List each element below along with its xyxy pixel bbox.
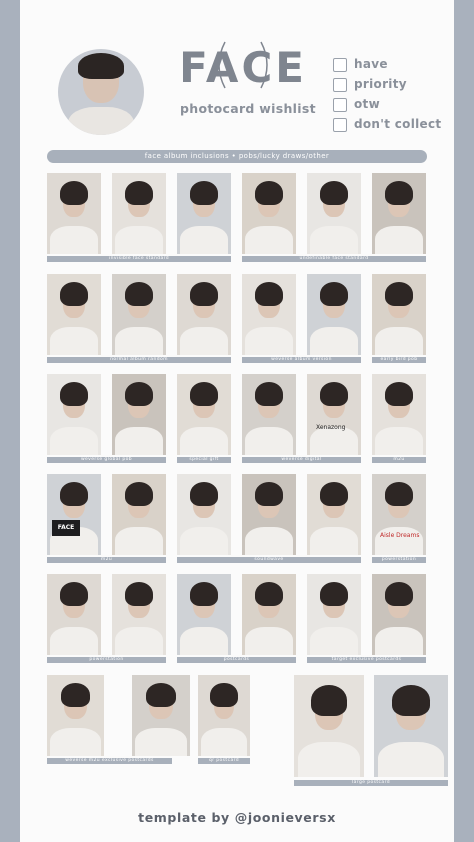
section-label: powerstation [47,657,166,663]
photocard[interactable] [47,374,101,455]
legend-label: don't collect [354,117,442,131]
section-label: m2u [47,557,166,563]
photocard[interactable] [177,274,231,355]
section-label: invisible face standard [47,256,231,262]
photocard[interactable] [242,374,296,455]
section-label-text: weverse global pob [80,457,133,462]
photocard[interactable] [112,574,166,655]
card-text: Aisle Dreams [380,532,420,539]
section-label: weverse global pob [47,457,166,463]
section-label: early bird pob [372,357,426,363]
card-text: Xenazong [316,424,346,431]
photocard[interactable] [307,173,361,254]
photocard[interactable] [242,173,296,254]
section-label-text: special gift [189,457,219,462]
section-label-text: weverse album version [271,357,332,362]
legend-label: priority [354,77,407,91]
section-label: target exclusive postcards [307,657,426,663]
section-label-text: undefinable face standard [299,256,369,261]
section-label-text: powerstation [381,557,417,562]
legend-label: otw [354,97,380,111]
photocard[interactable] [307,274,361,355]
section-label: powerstation [372,557,426,563]
legend-label: have [354,57,388,71]
section-label-text: target exclusive postcards [331,657,402,662]
photocard[interactable] [372,173,426,254]
section-label-text: normal album random [110,357,168,362]
photocard[interactable] [242,474,296,555]
photocard[interactable] [198,675,250,756]
section-label: weverse m2u exclusive postcards [47,758,172,764]
section-label-text: weverse digital [281,457,322,462]
photocard[interactable]: FACE [47,474,101,555]
section-label-text: weverse m2u exclusive postcards [65,758,154,763]
checkbox[interactable] [333,58,347,72]
photocard[interactable] [112,374,166,455]
photocard[interactable] [112,173,166,254]
photocard[interactable] [177,574,231,655]
section-label: normal album random [47,357,231,363]
photocard[interactable] [47,173,101,254]
photocard[interactable] [177,474,231,555]
wishlist-template: FACE photocard wishlist have priority ot… [20,0,454,842]
section-label: weverse album version [242,357,361,363]
section-label: soundwave [177,557,361,563]
checkbox[interactable] [333,78,347,92]
photocard[interactable] [294,675,364,777]
logo-text: FACE [183,43,303,92]
card-text: FACE [52,520,80,536]
section-label-text: m2u [393,457,405,462]
photocard[interactable] [112,474,166,555]
photocard[interactable] [47,574,101,655]
section-label: undefinable face standard [242,256,426,262]
section-label-text: soundwave [254,557,284,562]
avatar [58,49,144,135]
photocard[interactable] [372,574,426,655]
section-label-text: m2u [100,557,113,562]
photocard[interactable] [47,675,104,756]
section-label: large postcard [294,780,448,786]
face-logo: FACE [183,41,303,92]
section-label: postcards [177,657,296,663]
inclusions-banner: face album inclusions • pobs/lucky draws… [47,150,427,163]
section-label-text: large postcard [351,780,390,785]
banner-text: face album inclusions • pobs/lucky draws… [144,152,330,160]
checkbox[interactable] [333,98,347,112]
section-label-text: early bird pob [380,357,418,362]
credit: template by @joonieversx [138,810,336,825]
section-label-text: postcards [223,657,250,662]
photocard[interactable] [307,574,361,655]
section-label: special gift [177,457,231,463]
section-label-text: invisible face standard [108,256,170,261]
photocard[interactable] [307,474,361,555]
photocard[interactable] [112,274,166,355]
section-label: m2u [372,457,426,463]
photocard[interactable] [177,374,231,455]
photocard[interactable]: Aisle Dreams [372,474,426,555]
checkbox[interactable] [333,118,347,132]
photocard[interactable] [372,274,426,355]
photocard[interactable] [242,574,296,655]
photocard[interactable] [132,675,190,756]
section-label: weverse digital [242,457,361,463]
section-label-text: qr postcard [208,758,240,763]
section-label-text: powerstation [89,657,124,662]
photocard[interactable] [177,173,231,254]
section-label: qr postcard [198,758,250,764]
photocard[interactable] [242,274,296,355]
photocard[interactable] [374,675,448,777]
photocard[interactable]: Xenazong [307,374,361,455]
photocard[interactable] [47,274,101,355]
photocard[interactable] [372,374,426,455]
subtitle: photocard wishlist [180,101,316,116]
